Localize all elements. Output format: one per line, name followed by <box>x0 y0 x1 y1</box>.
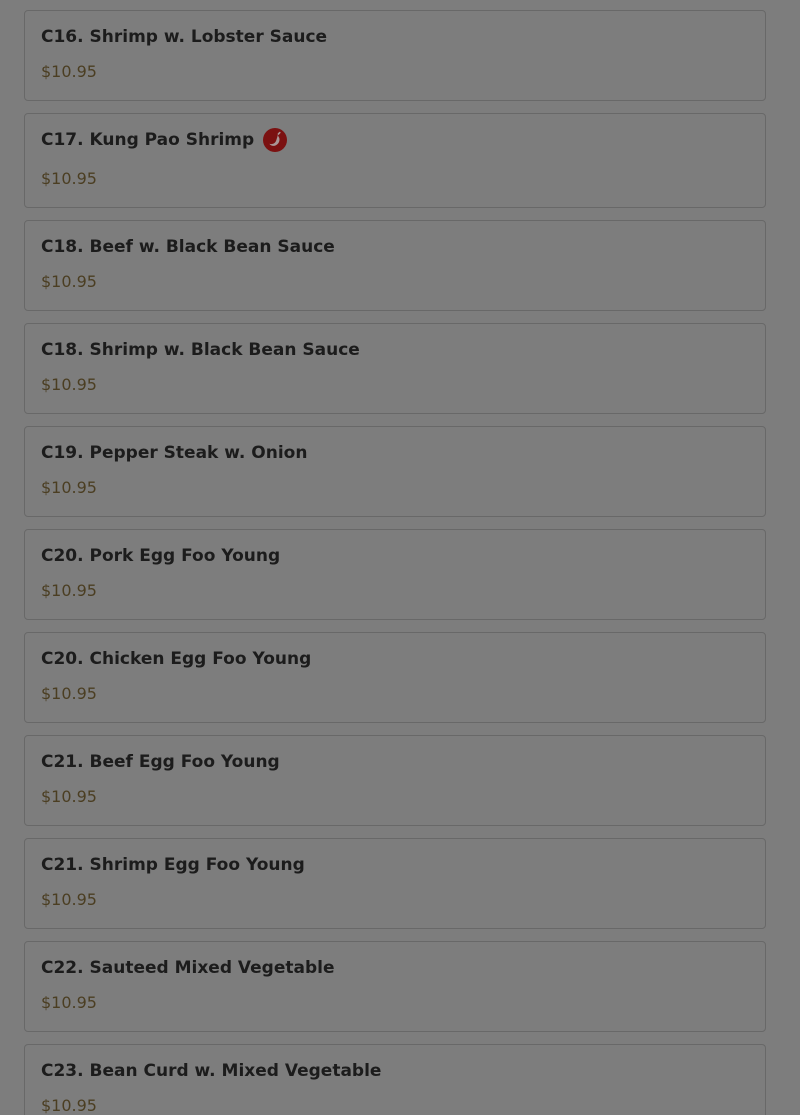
menu-item-name: C17. Kung Pao Shrimp <box>41 130 255 150</box>
menu-item-price: $10.95 <box>41 478 97 497</box>
menu-item-name: C18. Beef w. Black Bean Sauce <box>41 237 335 257</box>
menu-item-title: C21. Shrimp Egg Foo Young <box>41 853 305 877</box>
menu-item-card[interactable]: C16. Shrimp w. Lobster Sauce $10.95 <box>24 10 766 101</box>
menu-item-name: C23. Bean Curd w. Mixed Vegetable <box>41 1061 382 1081</box>
menu-item-price: $10.95 <box>41 1096 97 1115</box>
menu-item-price: $10.95 <box>41 993 97 1012</box>
menu-item-name: C18. Shrimp w. Black Bean Sauce <box>41 340 360 360</box>
menu-item-price: $10.95 <box>41 684 97 703</box>
menu-item-title: C18. Shrimp w. Black Bean Sauce <box>41 338 360 362</box>
menu-item-price: $10.95 <box>41 787 97 806</box>
menu-item-title: C20. Chicken Egg Foo Young <box>41 647 311 671</box>
menu-item-price: $10.95 <box>41 581 97 600</box>
menu-item-name: C20. Chicken Egg Foo Young <box>41 649 312 669</box>
menu-item-name: C21. Beef Egg Foo Young <box>41 752 280 772</box>
menu-item-card[interactable]: C21. Shrimp Egg Foo Young $10.95 <box>24 838 766 929</box>
menu-item-title: C22. Sauteed Mixed Vegetable <box>41 956 335 980</box>
menu-item-name: C21. Shrimp Egg Foo Young <box>41 855 305 875</box>
menu-item-name: C19. Pepper Steak w. Onion <box>41 443 308 463</box>
menu-item-card[interactable]: C20. Chicken Egg Foo Young $10.95 <box>24 632 766 723</box>
menu-item-card[interactable]: C18. Shrimp w. Black Bean Sauce $10.95 <box>24 323 766 414</box>
menu-item-card[interactable]: C22. Sauteed Mixed Vegetable $10.95 <box>24 941 766 1032</box>
menu-item-card[interactable]: C18. Beef w. Black Bean Sauce $10.95 <box>24 220 766 311</box>
menu-item-price: $10.95 <box>41 272 97 291</box>
menu-item-title: C19. Pepper Steak w. Onion <box>41 441 307 465</box>
menu-item-name: C16. Shrimp w. Lobster Sauce <box>41 27 328 47</box>
menu-item-name: C20. Pork Egg Foo Young <box>41 546 281 566</box>
menu-item-title: C16. Shrimp w. Lobster Sauce <box>41 25 327 49</box>
menu-item-card[interactable]: C19. Pepper Steak w. Onion $10.95 <box>24 426 766 517</box>
menu-item-price: $10.95 <box>41 169 97 188</box>
menu-item-card[interactable]: C21. Beef Egg Foo Young $10.95 <box>24 735 766 826</box>
menu-item-price: $10.95 <box>41 375 97 394</box>
menu-item-title: C21. Beef Egg Foo Young <box>41 750 280 774</box>
menu-item-list: C16. Shrimp w. Lobster Sauce $10.95 C17.… <box>0 0 800 1115</box>
menu-item-price: $10.95 <box>41 62 97 81</box>
menu-item-name: C22. Sauteed Mixed Vegetable <box>41 958 335 978</box>
menu-item-title: C23. Bean Curd w. Mixed Vegetable <box>41 1059 381 1083</box>
chili-pepper-icon <box>263 128 288 152</box>
menu-item-card[interactable]: C23. Bean Curd w. Mixed Vegetable $10.95 <box>24 1044 766 1115</box>
menu-item-price: $10.95 <box>41 890 97 909</box>
menu-item-card[interactable]: C17. Kung Pao Shrimp $10.95 <box>24 113 766 208</box>
menu-item-title: C18. Beef w. Black Bean Sauce <box>41 235 335 259</box>
menu-item-title: C17. Kung Pao Shrimp <box>41 128 288 152</box>
menu-item-title: C20. Pork Egg Foo Young <box>41 544 280 568</box>
menu-item-card[interactable]: C20. Pork Egg Foo Young $10.95 <box>24 529 766 620</box>
